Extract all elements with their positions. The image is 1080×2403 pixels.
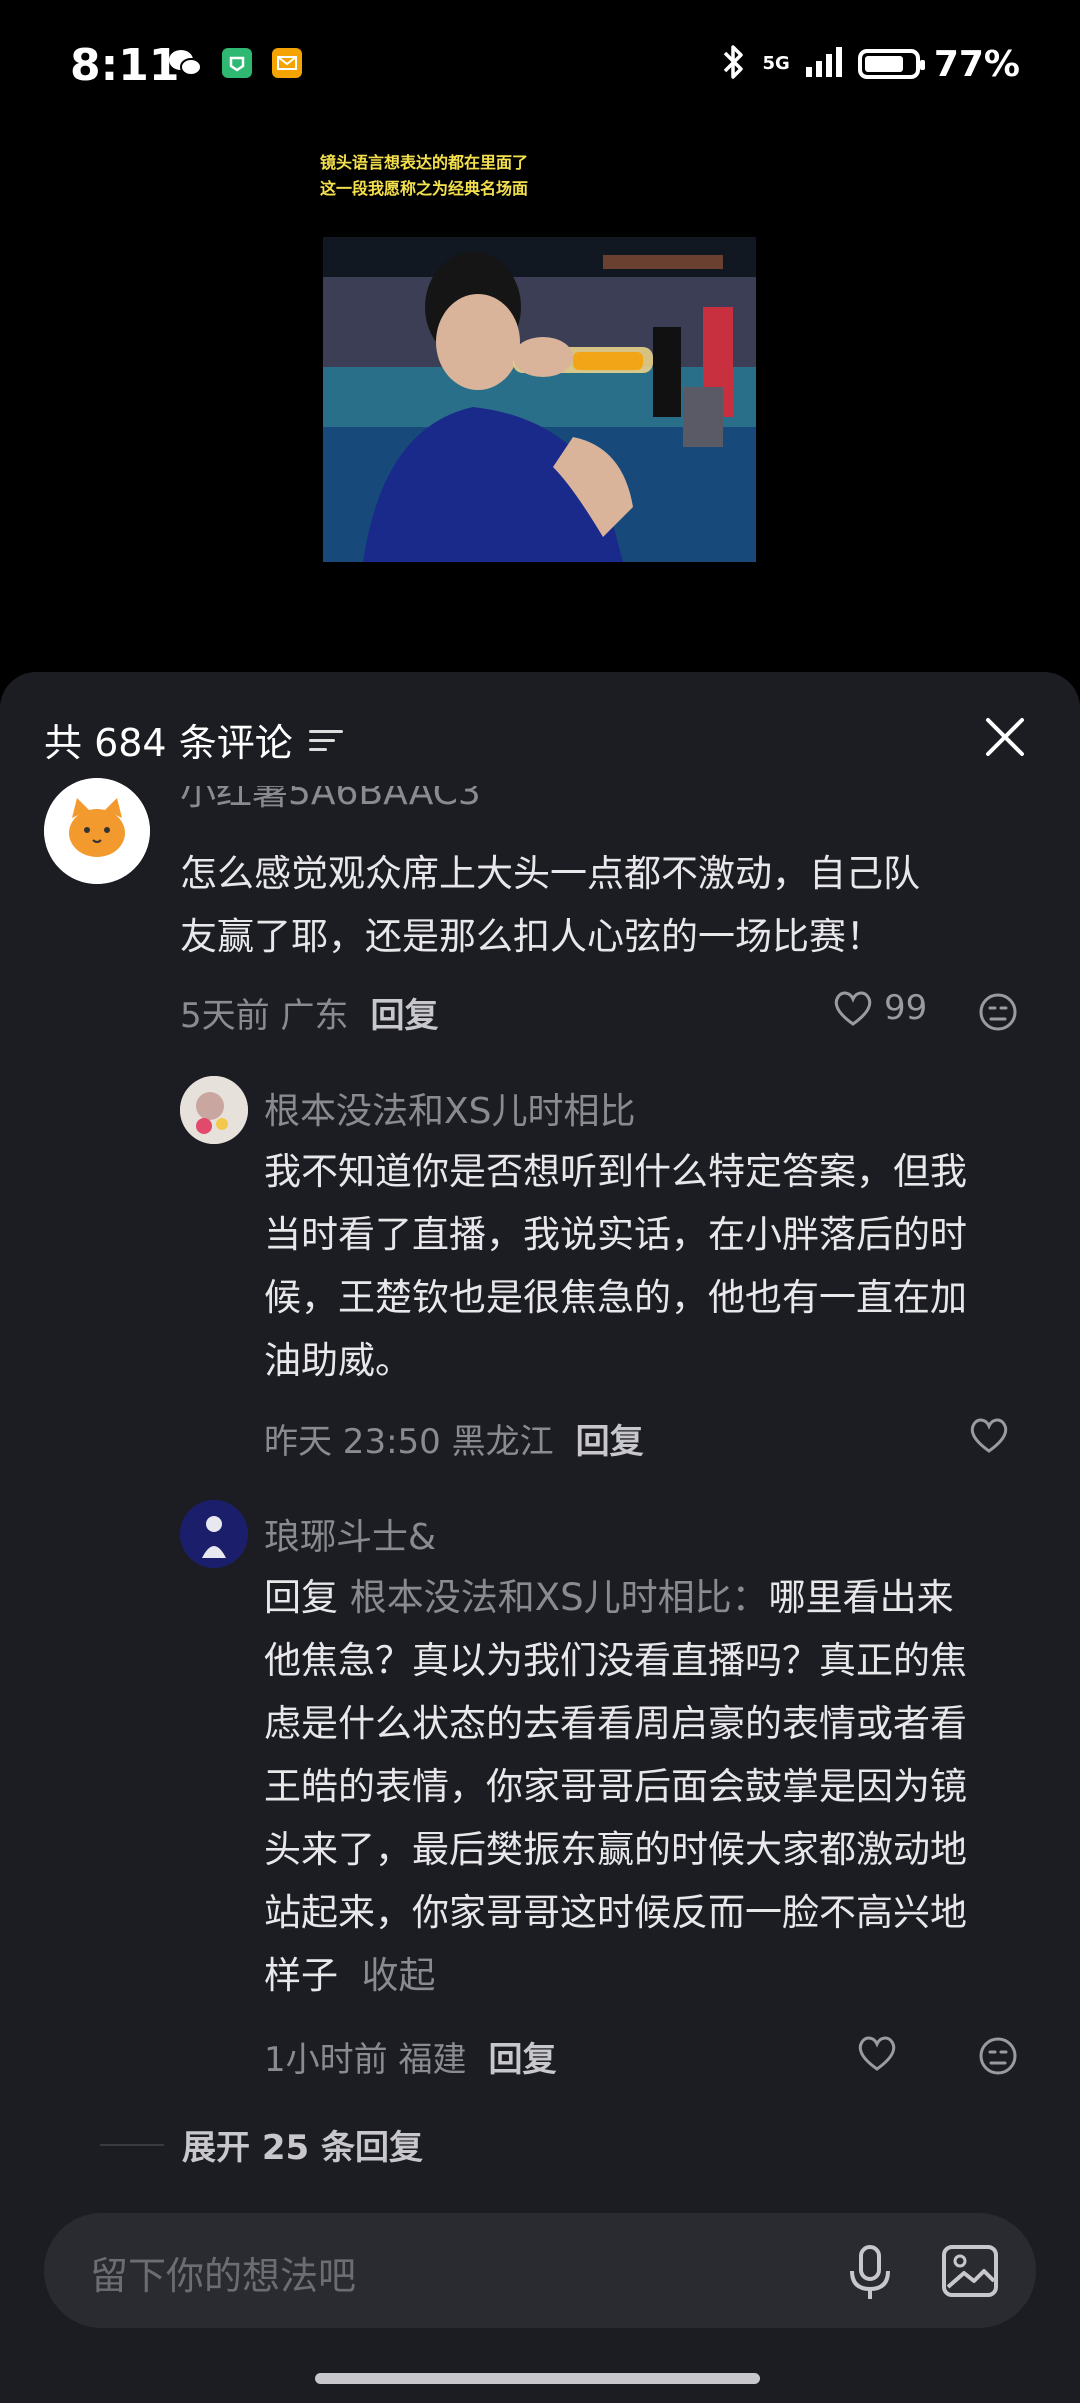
comment-text-line: 虑是什么状态的去看看周启豪的表情或者看 [264, 1702, 967, 1745]
reply-prefix: 回复 [264, 1576, 338, 1619]
dislike-face-icon[interactable] [978, 992, 1018, 1032]
video-frame[interactable] [323, 237, 756, 562]
bluetooth-icon [719, 42, 749, 86]
comment-text-line: 油助威。 [264, 1339, 412, 1382]
status-time: 8:11 [70, 40, 180, 91]
comment-text-line: 王皓的表情，你家哥哥后面会鼓掌是因为镜 [264, 1765, 967, 1808]
reply-button[interactable]: 回复 [576, 1422, 644, 1462]
comment-meta: 昨天 23:50 黑龙江 回复 [264, 1414, 644, 1463]
comment-text: 怎么感觉观众席上大头一点都不激动，自己队 友赢了耶，还是那么扣人心弦的一场比赛！ [180, 842, 1040, 968]
collapse-link[interactable]: 收起 [362, 1954, 436, 1997]
comment-meta: 1小时前 福建 回复 [264, 2032, 556, 2081]
comment-text-line: 样子 收起 [264, 1944, 1044, 2007]
dislike-face-icon[interactable] [978, 2036, 1018, 2076]
comment-text: 回复 根本没法和XS儿时相比：哪里看出来 他焦急？真以为我们没看直播吗？真正的焦… [264, 1566, 1044, 2007]
comment-username[interactable]: 小红薯5A6BAAC3 [180, 786, 481, 812]
status-bar: 8:11 5G 77% [0, 0, 1080, 130]
like-button[interactable]: 99 [832, 988, 927, 1028]
like-count: 99 [884, 988, 928, 1028]
network-type: 5G [762, 53, 790, 74]
comment-text-line: 头来了，最后樊振东赢的时候大家都激动地 [264, 1828, 967, 1871]
comment-text-line: 当时看了直播，我说实话，在小胖落后的时 [264, 1213, 967, 1256]
battery-percent: 77% [933, 43, 1020, 85]
wechat-icon [168, 48, 202, 78]
heart-icon [858, 2036, 896, 2071]
heart-icon [970, 1418, 1008, 1453]
comment-time-location: 1小时前 福建 [264, 2040, 467, 2080]
like-button[interactable] [968, 1416, 1010, 1454]
heart-icon [834, 991, 872, 1026]
comment-time-location: 昨天 23:50 黑龙江 [264, 1422, 554, 1462]
filter-icon[interactable] [308, 728, 343, 752]
avatar[interactable] [180, 1500, 248, 1568]
comment-text-line: 候，王楚钦也是很焦急的，他也有一直在加 [264, 1276, 967, 1319]
cat-avatar-icon [44, 778, 150, 884]
reply-button[interactable]: 回复 [370, 996, 438, 1036]
comment-input-placeholder: 留下你的想法吧 [90, 2254, 357, 2298]
video-caption-line1: 镜头语言想表达的都在里面了 [320, 153, 529, 172]
comment-text-line: 怎么感觉观众席上大头一点都不激动，自己队 [180, 852, 920, 895]
mail-app-icon [272, 48, 302, 78]
comment-text: 我不知道你是否想听到什么特定答案，但我 当时看了直播，我说实话，在小胖落后的时 … [264, 1140, 1044, 1392]
comment-input[interactable]: 留下你的想法吧 [44, 2213, 1036, 2328]
comment-text-line: 友赢了耶，还是那么扣人心弦的一场比赛！ [180, 915, 883, 958]
comment-text-line: 回复 根本没法和XS儿时相比：哪里看出来 [264, 1566, 1044, 1629]
battery-icon [857, 49, 925, 79]
comment-meta: 5天前 广东 回复 [180, 988, 438, 1037]
shield-app-icon [222, 48, 252, 78]
video-caption: 镜头语言想表达的都在里面了 这一段我愿称之为经典名场面 [320, 150, 620, 202]
comment-text-line: 站起来，你家哥哥这时候反而一脸不高兴地 [264, 1891, 967, 1934]
reply-target-username[interactable]: 根本没法和XS儿时相比： [350, 1576, 769, 1619]
comment-username[interactable]: 根本没法和XS儿时相比 [264, 1082, 636, 1134]
comment-input-bar: 留下你的想法吧 [0, 2190, 1080, 2403]
microphone-icon[interactable] [844, 2243, 896, 2303]
avatar[interactable] [180, 1076, 248, 1144]
expand-replies-button[interactable]: 展开 25 条回复 [100, 2120, 423, 2169]
comment-text-line: 我不知道你是否想听到什么特定答案，但我 [264, 1150, 967, 1193]
comment-text-fragment: 样子 [264, 1954, 338, 1997]
like-button[interactable] [856, 2034, 898, 2072]
signal-icon [804, 45, 844, 83]
comment-time-location: 5天前 广东 [180, 996, 349, 1036]
comment-text-line: 他焦急？真以为我们没看直播吗？真正的焦 [264, 1639, 967, 1682]
image-icon[interactable] [940, 2243, 1000, 2299]
home-indicator[interactable] [315, 2373, 760, 2384]
comment-text-fragment: 哪里看出来 [768, 1576, 954, 1619]
close-button[interactable] [980, 712, 1030, 762]
comments-header: 共 684 条评论 [44, 712, 343, 767]
reply-button[interactable]: 回复 [488, 2040, 556, 2080]
video-caption-line2: 这一段我愿称之为经典名场面 [320, 179, 529, 198]
comments-count-title: 共 684 条评论 [44, 721, 293, 765]
divider [100, 2143, 164, 2146]
avatar[interactable] [44, 778, 150, 884]
expand-replies-label: 展开 25 条回复 [182, 2128, 423, 2168]
comment-username[interactable]: 琅琊斗士& [264, 1508, 436, 1560]
